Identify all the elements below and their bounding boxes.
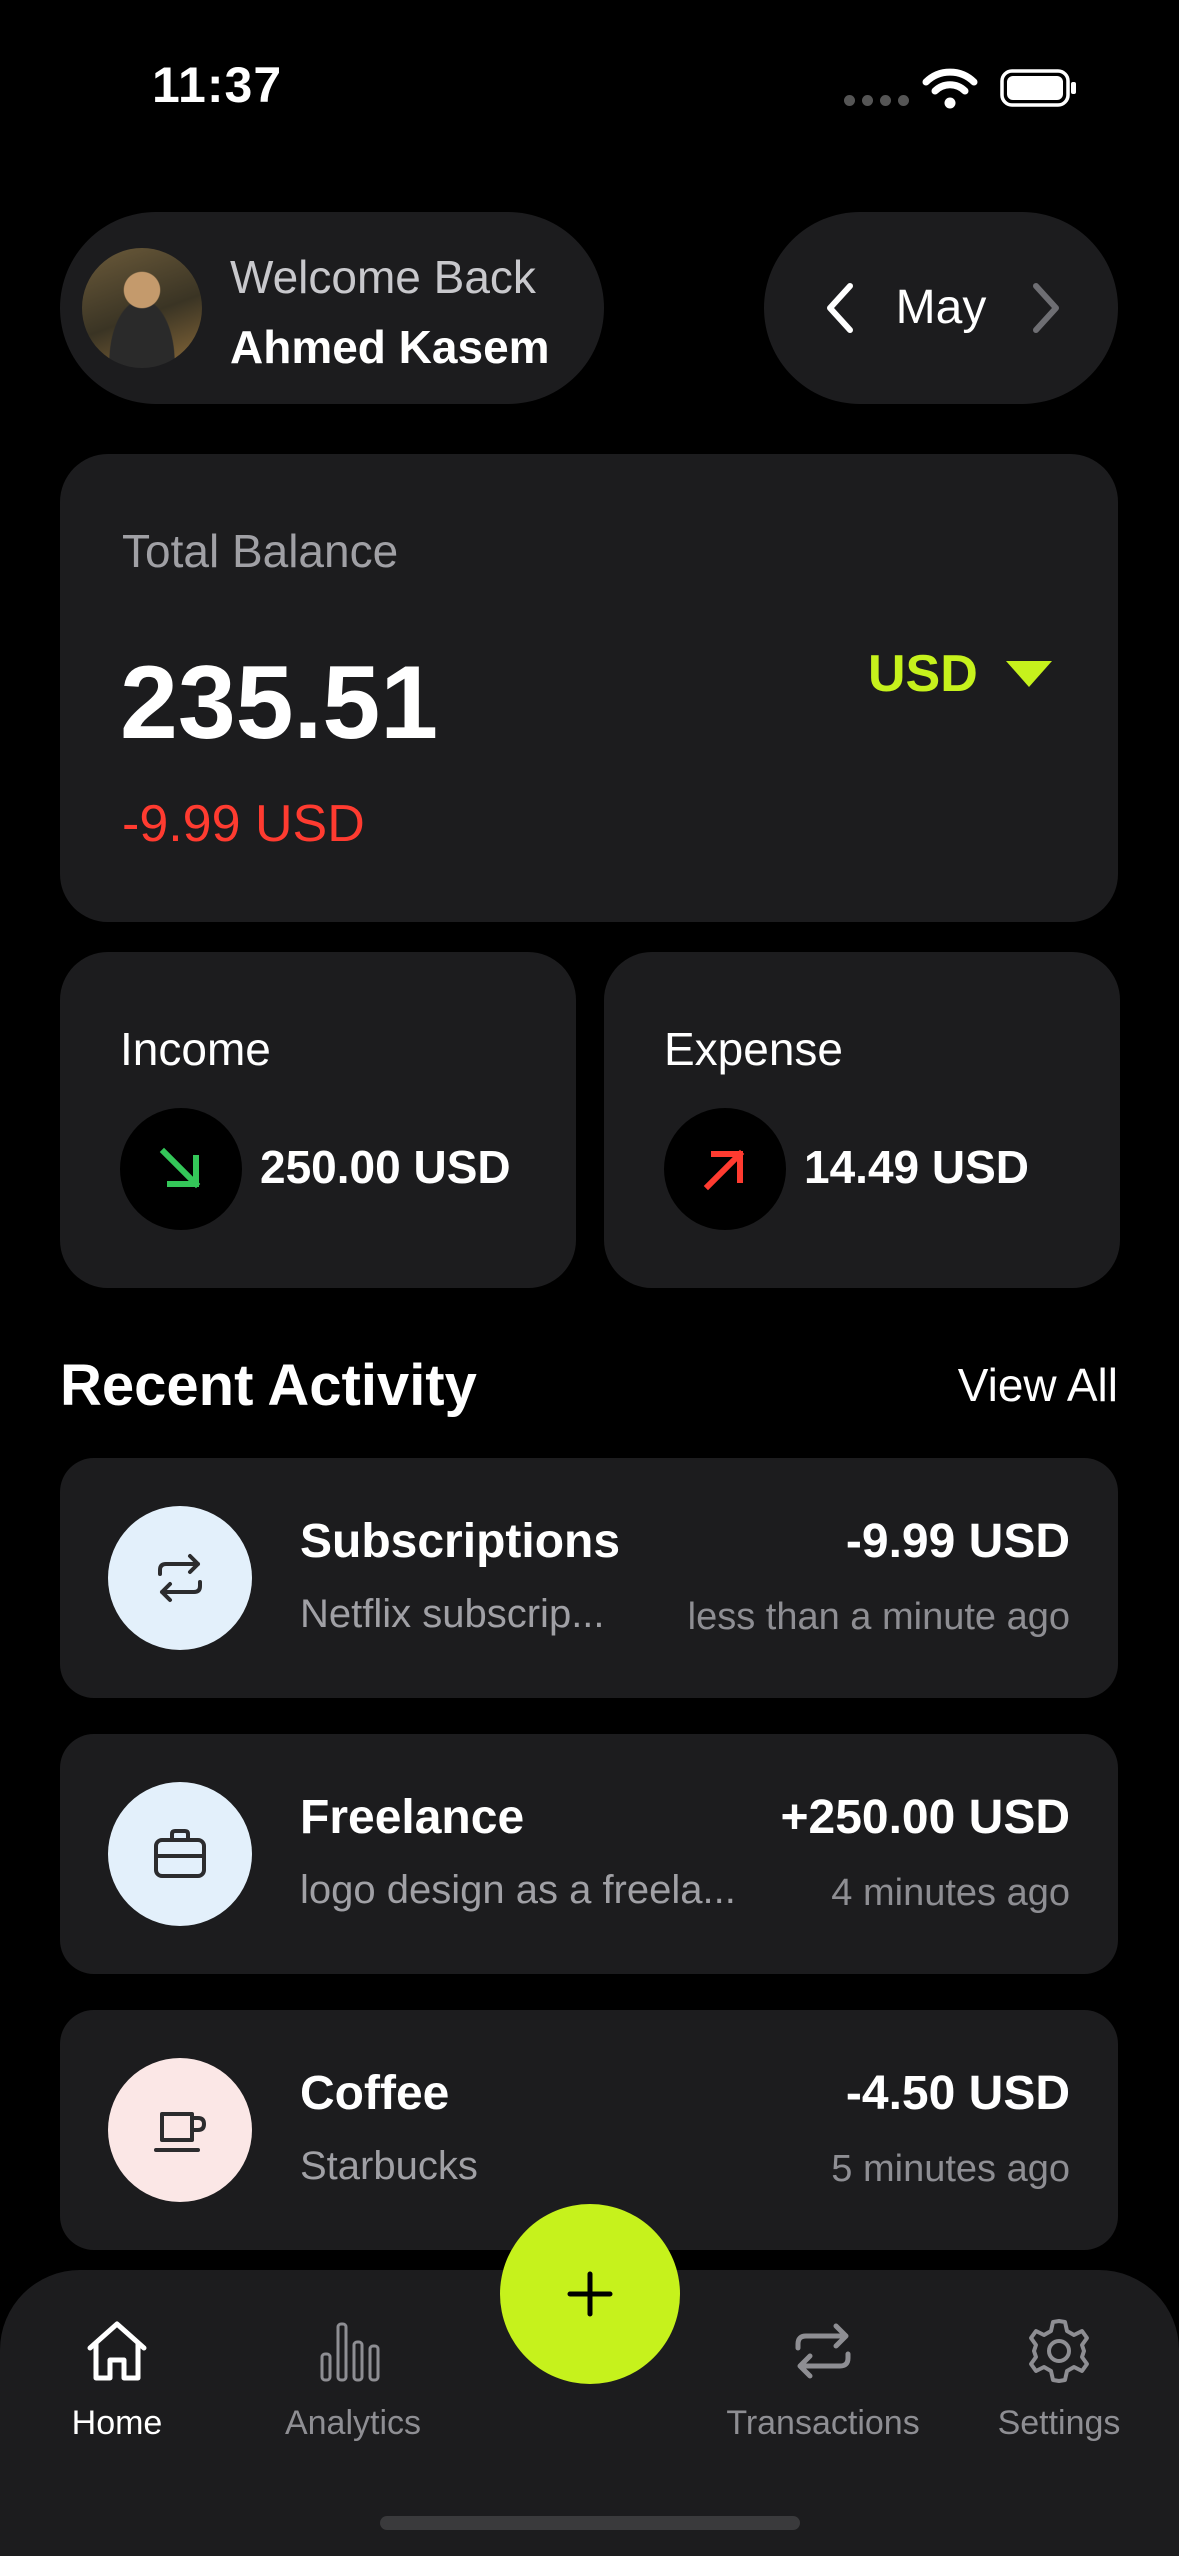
category-icon-badge	[108, 2058, 252, 2202]
plus-icon	[567, 2271, 613, 2317]
category-icon-badge	[108, 1506, 252, 1650]
activity-amount: -4.50 USD	[845, 2067, 1070, 2120]
activity-time: less than a minute ago	[687, 1596, 1070, 1638]
balance-label: Total Balance	[122, 525, 399, 577]
nav-transactions-label: Transactions	[726, 2404, 920, 2442]
activity-amount: +250.00 USD	[780, 1791, 1070, 1844]
balance-value: 235.51	[120, 645, 439, 761]
activity-description: Netflix subscrip...	[300, 1592, 605, 1636]
activity-description: logo design as a freela...	[300, 1868, 736, 1912]
home-indicator[interactable]	[380, 2516, 800, 2530]
balance-card: Total Balance 235.51 -9.99 USD USD	[60, 454, 1118, 922]
currency-label: USD	[868, 645, 978, 703]
cellular-signal-icon	[844, 95, 909, 106]
battery-icon	[1000, 69, 1076, 107]
avatar[interactable]	[82, 248, 202, 368]
currency-dropdown[interactable]: USD	[868, 644, 1054, 704]
nav-analytics[interactable]: Analytics	[253, 2316, 453, 2443]
bar-chart-icon	[320, 2322, 380, 2382]
coffee-cup-icon	[154, 2112, 207, 2152]
recent-activity-title: Recent Activity	[60, 1353, 477, 1418]
expense-value: 14.49 USD	[804, 1141, 1030, 1193]
activity-description: Starbucks	[300, 2144, 478, 2188]
income-value: 250.00 USD	[260, 1141, 511, 1193]
view-all-link[interactable]: View All	[958, 1358, 1118, 1412]
status-time: 11:37	[152, 57, 283, 113]
nav-transactions[interactable]: Transactions	[723, 2316, 923, 2443]
expense-icon-badge	[664, 1108, 786, 1230]
list-item[interactable]: Subscriptions -9.99 USD Netflix subscrip…	[60, 1458, 1118, 1698]
activity-title: Subscriptions	[300, 1515, 621, 1568]
repeat-icon	[795, 2323, 851, 2379]
balance-change: -9.99 USD	[122, 795, 365, 853]
expense-card[interactable]: Expense 14.49 USD	[604, 952, 1120, 1288]
activity-time: 5 minutes ago	[831, 2148, 1070, 2190]
home-icon	[87, 2321, 147, 2381]
caret-down-icon	[1005, 661, 1052, 687]
briefcase-icon	[154, 1829, 206, 1878]
activity-time: 4 minutes ago	[831, 1872, 1070, 1914]
income-label: Income	[120, 1023, 271, 1075]
income-card[interactable]: Income 250.00 USD	[60, 952, 576, 1288]
month-label: May	[895, 281, 987, 334]
activity-amount: -9.99 USD	[845, 1515, 1070, 1568]
add-transaction-button[interactable]	[500, 2204, 680, 2384]
list-item[interactable]: Freelance +250.00 USD logo design as a f…	[60, 1734, 1118, 1974]
status-bar: 11:37	[0, 0, 1179, 180]
nav-settings[interactable]: Settings	[959, 2316, 1159, 2443]
arrow-up-right-icon	[703, 1149, 745, 1191]
nav-analytics-label: Analytics	[284, 2404, 422, 2442]
nav-home-label: Home	[71, 2404, 163, 2442]
welcome-label: Welcome Back	[230, 251, 536, 303]
wifi-icon	[922, 68, 978, 109]
activity-title: Coffee	[300, 2067, 450, 2120]
month-selector: May	[764, 212, 1118, 404]
category-icon-badge	[108, 1782, 252, 1926]
activity-title: Freelance	[300, 1791, 525, 1844]
user-name: Ahmed Kasem	[230, 321, 550, 373]
gear-icon	[1029, 2319, 1089, 2383]
expense-label: Expense	[664, 1023, 844, 1075]
repeat-icon	[158, 1554, 202, 1602]
nav-settings-label: Settings	[997, 2404, 1121, 2442]
income-icon-badge	[120, 1108, 242, 1230]
nav-home[interactable]: Home	[17, 2316, 217, 2443]
user-profile-pill[interactable]: Welcome Back Ahmed Kasem	[60, 212, 604, 404]
next-month-chevron-icon[interactable]	[1030, 280, 1064, 336]
arrow-down-right-icon	[159, 1147, 201, 1189]
